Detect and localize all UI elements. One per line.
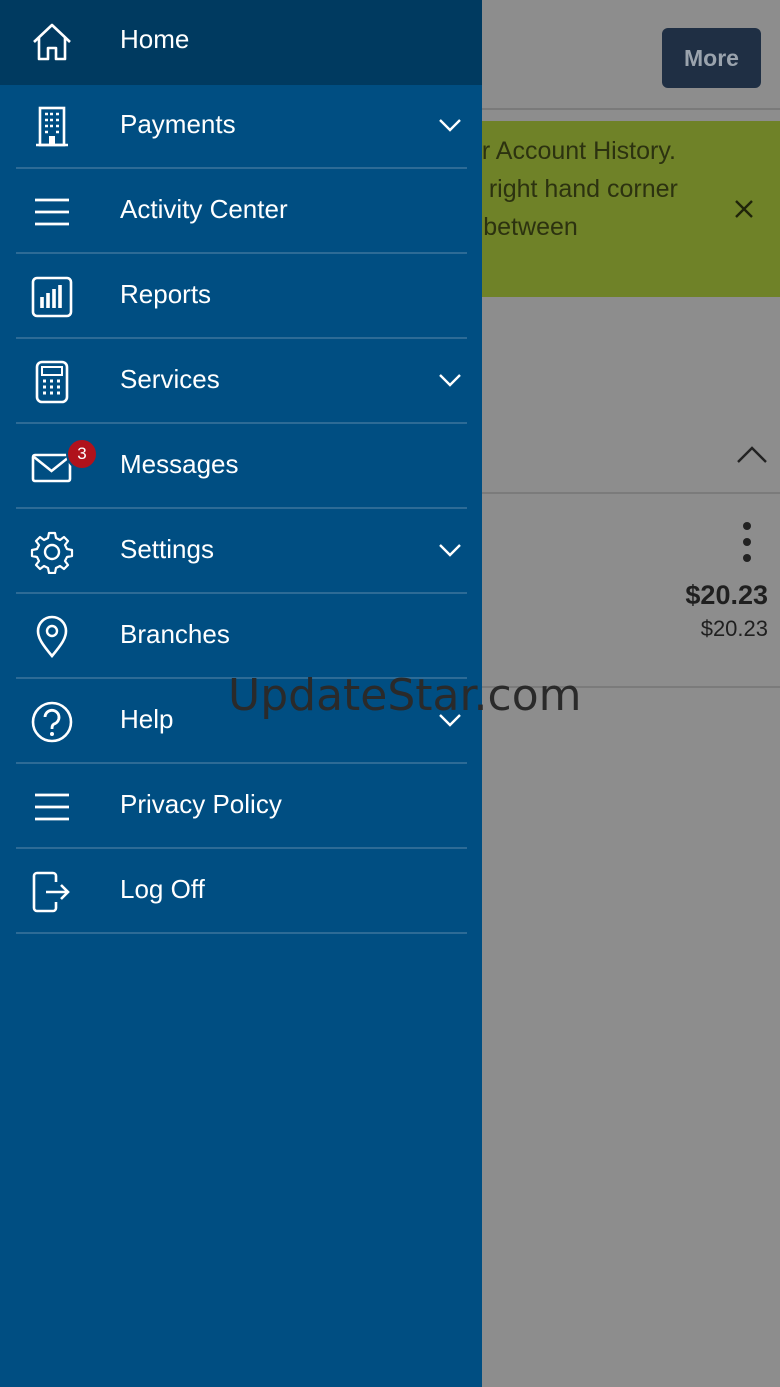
account-available-balance: $20.23 xyxy=(700,616,768,641)
nav-item-label: Home xyxy=(120,24,190,54)
nav-item-payments[interactable]: Payments xyxy=(0,85,482,169)
nav-item-label: Activity Center xyxy=(120,194,288,224)
nav-item-privacy-policy[interactable]: Privacy Policy xyxy=(0,765,482,849)
chevron-down-icon[interactable] xyxy=(438,115,462,135)
building-icon xyxy=(36,106,68,147)
chevron-down-icon[interactable] xyxy=(438,370,462,390)
account-balance: $20.23 xyxy=(685,580,768,610)
nav-item-log-off[interactable]: Log Off xyxy=(0,850,482,934)
watermark: UpdateStar.com xyxy=(228,670,582,721)
location-pin-icon xyxy=(36,615,68,659)
nav-item-label: Log Off xyxy=(120,874,205,904)
chevron-up-icon[interactable] xyxy=(736,444,768,464)
more-options-icon[interactable] xyxy=(738,522,756,566)
gear-icon xyxy=(30,531,74,574)
nav-item-label: Privacy Policy xyxy=(120,789,282,819)
more-button[interactable]: More xyxy=(662,28,761,88)
nav-item-settings[interactable]: Settings xyxy=(0,510,482,594)
nav-item-label: Help xyxy=(120,704,174,734)
banner-line: r between xyxy=(468,213,578,241)
nav-item-label: Payments xyxy=(120,109,236,139)
nav-item-label: Branches xyxy=(120,619,230,649)
logout-icon xyxy=(32,871,70,913)
nav-item-services[interactable]: Services xyxy=(0,340,482,424)
bar-chart-icon xyxy=(31,276,73,318)
nav-item-label: Messages xyxy=(120,449,239,479)
nav-item-branches[interactable]: Branches xyxy=(0,595,482,679)
question-icon xyxy=(31,701,73,743)
chevron-down-icon[interactable] xyxy=(438,540,462,560)
calculator-icon xyxy=(35,360,69,404)
nav-item-label: Settings xyxy=(120,534,214,564)
close-icon[interactable] xyxy=(734,199,754,219)
nav-item-label: Services xyxy=(120,364,220,394)
list-icon xyxy=(35,198,69,226)
nav-item-reports[interactable]: Reports xyxy=(0,255,482,339)
list-icon xyxy=(35,793,69,821)
unread-messages-badge: 3 xyxy=(66,438,98,470)
nav-item-activity-center[interactable]: Activity Center xyxy=(0,170,482,254)
nav-item-label: Reports xyxy=(120,279,212,309)
banner-line: e right hand corner xyxy=(468,175,678,203)
nav-item-home[interactable]: Home xyxy=(0,0,482,84)
banner-line: ur Account History. xyxy=(468,137,676,165)
home-icon xyxy=(33,23,71,61)
